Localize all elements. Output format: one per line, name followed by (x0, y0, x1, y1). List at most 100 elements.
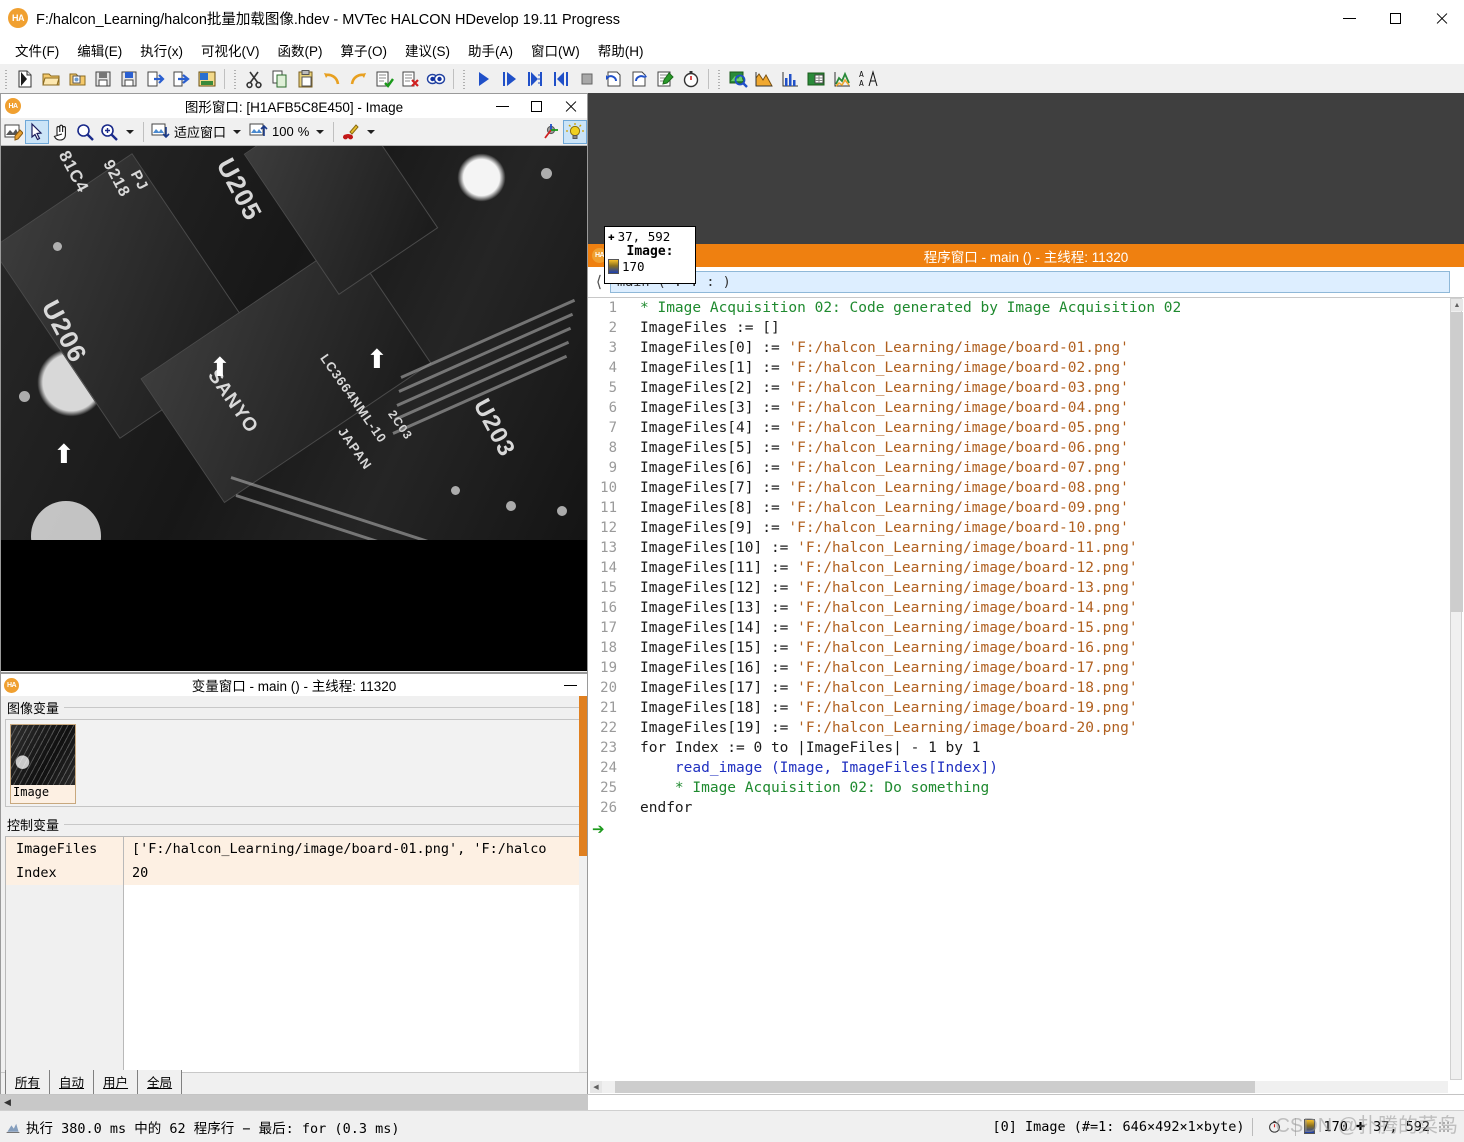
menu-assistants[interactable]: 助手(A) (459, 37, 522, 63)
import-icon[interactable] (142, 66, 168, 92)
tab-all[interactable]: 所有 (5, 1070, 51, 1094)
menu-visualization[interactable]: 可视化(V) (192, 37, 269, 63)
zoom-level-value[interactable]: 100 (270, 124, 296, 139)
resize-grip-icon[interactable] (1438, 1120, 1450, 1133)
code-line[interactable]: 8 ImageFiles[5] := 'F:/halcon_Learning/im… (588, 438, 1450, 458)
code-line[interactable]: 14 ImageFiles[11] := 'F:/halcon_Learning/… (588, 558, 1450, 578)
menu-procedures[interactable]: 函数(P) (269, 37, 332, 63)
paste-icon[interactable] (293, 66, 319, 92)
activate-line-icon[interactable] (371, 66, 397, 92)
variable-minimize-button[interactable] (553, 673, 587, 697)
code-line[interactable]: 26 endfor (588, 798, 1450, 818)
select-arrow-icon[interactable] (25, 119, 49, 144)
view-eyes-icon[interactable] (423, 66, 449, 92)
copy-icon[interactable] (267, 66, 293, 92)
magnifier-icon[interactable] (73, 120, 97, 144)
table-row[interactable]: ImageFiles ['F:/halcon_Learning/image/bo… (6, 837, 582, 861)
graphics-close-button[interactable] (553, 94, 587, 118)
procedure-signature[interactable]: main ( : : : ) (610, 271, 1450, 293)
histogram-icon[interactable] (777, 66, 803, 92)
code-line[interactable]: 9 ImageFiles[6] := 'F:/halcon_Learning/im… (588, 458, 1450, 478)
iconic-variable-tile[interactable]: Image (10, 724, 76, 804)
code-line[interactable]: 25 * Image Acquisition 02: Do something (588, 778, 1450, 798)
fit-window-icon[interactable] (148, 120, 172, 144)
scroll-left-arrow-icon[interactable]: ◀ (0, 1097, 15, 1108)
code-line[interactable]: 7 ImageFiles[4] := 'F:/halcon_Learning/im… (588, 418, 1450, 438)
table-row[interactable]: Index 20 (6, 861, 582, 885)
color-palette-icon[interactable] (338, 120, 362, 144)
code-line[interactable]: 11 ImageFiles[8] := 'F:/halcon_Learning/i… (588, 498, 1450, 518)
code-line[interactable]: 19 ImageFiles[16] := 'F:/halcon_Learning/… (588, 658, 1450, 678)
maximize-button[interactable] (1372, 0, 1418, 36)
color-caret-icon[interactable] (367, 129, 376, 134)
save-as-icon[interactable] (116, 66, 142, 92)
stop-icon[interactable] (574, 66, 600, 92)
tab-global[interactable]: 全局 (137, 1070, 183, 1094)
code-editor[interactable]: 1 * Image Acquisition 02: Code generated … (588, 298, 1450, 1080)
variable-window-horizontal-scrollbar[interactable]: ◀ (0, 1095, 588, 1110)
menu-suggestions[interactable]: 建议(S) (396, 37, 459, 63)
scroll-left-arrow-icon[interactable]: ◀ (590, 1081, 602, 1093)
scrollbar-thumb[interactable] (579, 696, 587, 856)
redo-icon[interactable] (345, 66, 371, 92)
graphics-minimize-button[interactable] (485, 94, 519, 118)
open-recent-icon[interactable] (64, 66, 90, 92)
menu-edit[interactable]: 编辑(E) (68, 37, 131, 63)
code-line[interactable]: 1 * Image Acquisition 02: Code generated … (588, 298, 1450, 318)
open-program-icon[interactable] (38, 66, 64, 92)
fit-window-caret-icon[interactable] (233, 129, 242, 134)
code-editor-vertical-scrollbar[interactable]: ▲ (1450, 298, 1463, 1080)
save-program-icon[interactable] (90, 66, 116, 92)
profile-icon[interactable] (829, 66, 855, 92)
feature-inspect-icon[interactable] (803, 66, 829, 92)
toolbar-grip[interactable] (716, 67, 722, 90)
image-inspect-icon[interactable] (725, 66, 751, 92)
step-over-icon[interactable] (496, 66, 522, 92)
cut-icon[interactable] (241, 66, 267, 92)
code-line[interactable]: 24 read_image (Image, ImageFiles[Index]) (588, 758, 1450, 778)
code-line[interactable]: 18 ImageFiles[15] := 'F:/halcon_Learning/… (588, 638, 1450, 658)
coordinate-axes-icon[interactable] (539, 120, 563, 144)
zoom-level-caret-icon[interactable] (316, 129, 325, 134)
code-line[interactable]: 5 ImageFiles[2] := 'F:/halcon_Learning/im… (588, 378, 1450, 398)
toolbar-grip[interactable] (461, 67, 467, 90)
code-line[interactable]: 16 ImageFiles[13] := 'F:/halcon_Learning/… (588, 598, 1450, 618)
menu-file[interactable]: 文件(F) (6, 37, 68, 63)
fit-window-label[interactable]: 适应窗口 (172, 122, 228, 141)
code-line[interactable]: 4 ImageFiles[1] := 'F:/halcon_Learning/im… (588, 358, 1450, 378)
magnifier-plus-icon[interactable] (97, 120, 121, 144)
menu-operators[interactable]: 算子(O) (332, 37, 397, 63)
graphics-canvas[interactable]: U205 U206 U203 U204 SANYO LC3664NML-10 J… (1, 146, 587, 671)
menu-help[interactable]: 帮助(H) (589, 37, 653, 63)
undo-icon[interactable] (319, 66, 345, 92)
toolbar-grip[interactable] (232, 67, 238, 90)
draw-mode-icon[interactable] (1, 120, 25, 144)
scrollbar-thumb[interactable] (615, 1081, 1255, 1093)
zoom-level-icon[interactable] (246, 120, 270, 144)
pan-hand-icon[interactable] (49, 120, 73, 144)
run-icon[interactable] (470, 66, 496, 92)
toolbar-grip[interactable] (3, 67, 9, 90)
iconic-variables-panel[interactable]: Image (5, 719, 583, 807)
zoom-dropdown-caret-icon[interactable] (126, 129, 134, 134)
reset-program-icon[interactable] (600, 66, 626, 92)
code-line[interactable]: 23 for Index := 0 to |ImageFiles| - 1 by … (588, 738, 1450, 758)
reload-icon[interactable] (626, 66, 652, 92)
stopwatch-icon[interactable] (678, 66, 704, 92)
tab-auto[interactable]: 自动 (49, 1070, 95, 1094)
code-line[interactable]: 10 ImageFiles[7] := 'F:/halcon_Learning/i… (588, 478, 1450, 498)
code-line[interactable]: 15 ImageFiles[12] := 'F:/halcon_Learning/… (588, 578, 1450, 598)
step-into-icon[interactable] (522, 66, 548, 92)
code-line[interactable]: 13 ImageFiles[10] := 'F:/halcon_Learning/… (588, 538, 1450, 558)
step-out-icon[interactable] (548, 66, 574, 92)
tab-user[interactable]: 用户 (93, 1070, 139, 1094)
code-line[interactable]: 12 ImageFiles[9] := 'F:/halcon_Learning/i… (588, 518, 1450, 538)
code-line[interactable]: 17 ImageFiles[14] := 'F:/halcon_Learning/… (588, 618, 1450, 638)
assistants-icon[interactable] (194, 66, 220, 92)
code-line[interactable]: 22 ImageFiles[19] := 'F:/halcon_Learning/… (588, 718, 1450, 738)
scrollbar-thumb[interactable] (1451, 312, 1463, 612)
lighting-bulb-icon[interactable] (563, 119, 587, 144)
code-line[interactable]: 21 ImageFiles[18] := 'F:/halcon_Learning/… (588, 698, 1450, 718)
deactivate-line-icon[interactable] (397, 66, 423, 92)
export-icon[interactable] (168, 66, 194, 92)
